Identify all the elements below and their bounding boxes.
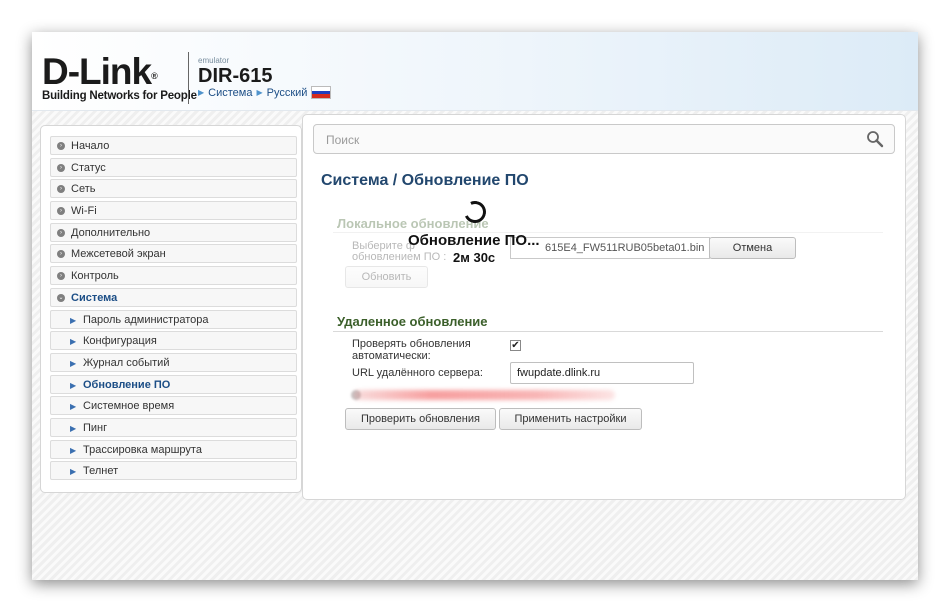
language-selector[interactable]: Русский [267, 87, 308, 99]
header-bar: D-Link® Building Networks for People emu… [32, 32, 918, 111]
russia-flag-icon[interactable] [311, 86, 332, 99]
chevron-right-icon: › [57, 229, 65, 237]
arrow-right-icon: ▶ [70, 337, 77, 346]
chevron-down-icon: ⌄ [57, 294, 65, 302]
chevron-right-icon: › [57, 272, 65, 280]
arrow-right-icon: ▶ [70, 467, 77, 476]
sidebar-item-label: Wi-Fi [71, 205, 97, 217]
page-title: Система / Обновление ПО [321, 172, 529, 189]
sidebar-item-label: Контроль [71, 270, 119, 282]
chevron-right-icon: › [57, 250, 65, 258]
sidebar-item-network[interactable]: › Сеть [50, 179, 297, 198]
sidebar-item-status[interactable]: › Статус [50, 158, 297, 177]
logo-tagline: Building Networks for People [42, 90, 197, 102]
sidebar-item-label: Начало [71, 140, 110, 152]
dlink-logo[interactable]: D-Link® Building Networks for People [42, 51, 197, 102]
sidebar-subitem-configuration[interactable]: ▶ Конфигурация [50, 331, 297, 350]
auto-check-label-line1: Проверять обновления [352, 338, 471, 350]
sidebar-item-label: Телнет [83, 465, 119, 477]
arrow-right-icon: ▶ [70, 381, 77, 390]
arrow-right-icon: ▶ [70, 359, 77, 368]
search-placeholder: Поиск [326, 133, 360, 147]
section-divider [333, 331, 883, 332]
remote-update-title: Удаленное обновление [337, 314, 488, 329]
logo-registered-mark: ® [151, 71, 158, 81]
update-button[interactable]: Обновить [345, 266, 428, 288]
sidebar-subitem-telnet[interactable]: ▶ Телнет [50, 461, 297, 480]
sidebar-menu: › Начало › Статус › Сеть › Wi-Fi › Дополнител… [40, 125, 302, 493]
server-url-label: URL удалённого сервера: [352, 367, 483, 379]
sidebar-subitem-ping[interactable]: ▶ Пинг [50, 418, 297, 437]
sidebar-item-label: Межсетевой экран [71, 248, 166, 260]
sidebar-item-label: Пароль администратора [83, 314, 209, 326]
sidebar-item-advanced[interactable]: › Дополнительно [50, 223, 297, 242]
router-web-window: D-Link® Building Networks for People emu… [32, 32, 918, 580]
breadcrumb-arrow-icon: ▶ [198, 88, 205, 97]
sidebar-item-label: Пинг [83, 422, 108, 434]
sidebar-item-label: Трассировка маршрута [83, 444, 202, 456]
chevron-right-icon: › [57, 142, 65, 150]
server-url-input[interactable]: fwupdate.dlink.ru [510, 362, 694, 384]
sidebar-item-system[interactable]: ⌄ Система [50, 288, 297, 307]
sidebar-item-control[interactable]: › Контроль [50, 266, 297, 285]
sidebar-subitem-system-time[interactable]: ▶ Системное время [50, 396, 297, 415]
search-icon[interactable] [866, 130, 884, 148]
auto-check-checkbox[interactable]: ✔ [510, 340, 521, 351]
auto-check-label-line2: автоматически: [352, 350, 431, 362]
search-input[interactable]: Поиск [313, 124, 895, 154]
arrow-right-icon: ▶ [70, 446, 77, 455]
sidebar-subitem-event-log[interactable]: ▶ Журнал событий [50, 353, 297, 372]
sidebar-item-label: Системное время [83, 400, 175, 412]
breadcrumb: ▶ Система ▶ Русский [198, 86, 332, 99]
blurred-status-text [353, 390, 615, 400]
sidebar-item-label: Обновление ПО [83, 379, 171, 391]
model-name: DIR-615 [198, 65, 273, 87]
choose-file-label-line2: обновлением ПО : [352, 251, 447, 263]
chevron-right-icon: › [57, 207, 65, 215]
logo-wordmark: D-Link [42, 51, 152, 92]
arrow-right-icon: ▶ [70, 316, 77, 325]
breadcrumb-system[interactable]: Система [208, 87, 252, 99]
sidebar-subitem-firmware-update[interactable]: ▶ Обновление ПО [50, 375, 297, 394]
sidebar-item-home[interactable]: › Начало [50, 136, 297, 155]
check-updates-button[interactable]: Проверить обновления [345, 408, 496, 430]
sidebar-subitem-admin-password[interactable]: ▶ Пароль администратора [50, 310, 297, 329]
sidebar-item-firewall[interactable]: › Межсетевой экран [50, 244, 297, 263]
chevron-right-icon: › [57, 185, 65, 193]
sidebar-item-label: Журнал событий [83, 357, 170, 369]
update-progress-title: Обновление ПО... [408, 232, 540, 249]
arrow-right-icon: ▶ [70, 424, 77, 433]
sidebar-item-label: Дополнительно [71, 227, 151, 239]
sidebar-item-label: Сеть [71, 183, 96, 195]
sidebar-subitem-traceroute[interactable]: ▶ Трассировка маршрута [50, 440, 297, 459]
chevron-right-icon: › [57, 164, 65, 172]
arrow-right-icon: ▶ [70, 402, 77, 411]
sidebar-item-label: Система [71, 292, 118, 304]
firmware-file-name: 615E4_FW511RUB05beta01.bin [545, 242, 705, 254]
header-divider [188, 52, 189, 104]
sidebar-item-label: Статус [71, 162, 106, 174]
sidebar-item-wifi[interactable]: › Wi-Fi [50, 201, 297, 220]
breadcrumb-arrow-icon: ▶ [256, 88, 263, 97]
apply-settings-button[interactable]: Применить настройки [499, 408, 642, 430]
sidebar-item-label: Конфигурация [83, 335, 157, 347]
firmware-file-field[interactable]: 615E4_FW511RUB05beta01.bin [510, 237, 710, 259]
update-countdown: 2м 30с [453, 250, 496, 265]
cancel-button[interactable]: Отмена [709, 237, 796, 259]
emulator-label: emulator [198, 56, 230, 65]
main-panel: Поиск Система / Обновление ПО Локальное … [302, 114, 906, 500]
